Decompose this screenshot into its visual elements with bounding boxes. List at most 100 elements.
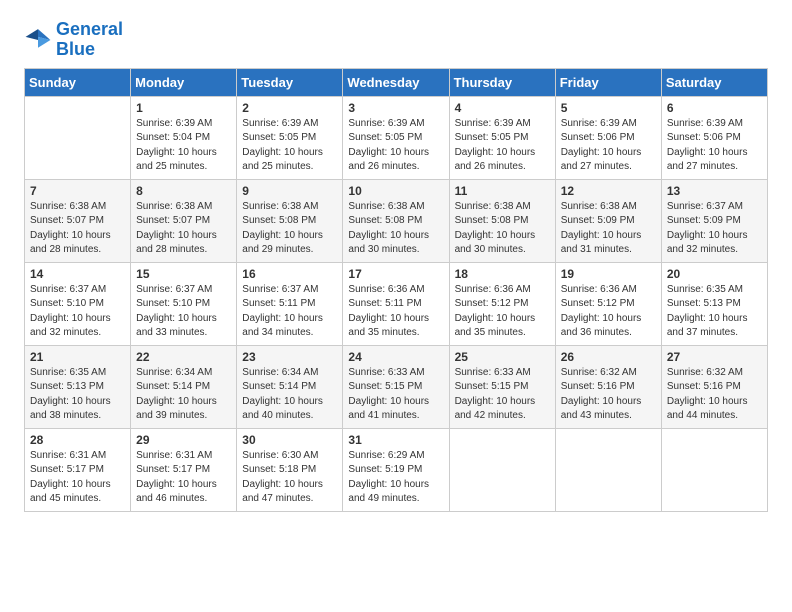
header: General Blue	[24, 20, 768, 60]
day-number: 6	[667, 101, 762, 115]
calendar-week-row: 28 Sunrise: 6:31 AM Sunset: 5:17 PM Dayli…	[25, 428, 768, 511]
day-number: 26	[561, 350, 656, 364]
calendar-cell: 16 Sunrise: 6:37 AM Sunset: 5:11 PM Dayli…	[237, 262, 343, 345]
day-number: 2	[242, 101, 337, 115]
calendar-day-header: Wednesday	[343, 68, 449, 96]
day-number: 22	[136, 350, 231, 364]
calendar-cell: 18 Sunrise: 6:36 AM Sunset: 5:12 PM Dayli…	[449, 262, 555, 345]
day-number: 28	[30, 433, 125, 447]
day-info: Sunrise: 6:29 AM Sunset: 5:19 PM Dayligh…	[348, 449, 443, 507]
calendar-cell	[449, 428, 555, 511]
day-info: Sunrise: 6:36 AM Sunset: 5:11 PM Dayligh…	[348, 283, 443, 341]
day-info: Sunrise: 6:33 AM Sunset: 5:15 PM Dayligh…	[348, 366, 443, 424]
day-number: 15	[136, 267, 231, 281]
day-info: Sunrise: 6:38 AM Sunset: 5:08 PM Dayligh…	[348, 200, 443, 258]
calendar-day-header: Saturday	[661, 68, 767, 96]
calendar-week-row: 21 Sunrise: 6:35 AM Sunset: 5:13 PM Dayli…	[25, 345, 768, 428]
calendar-cell: 30Sunrise: 6:30 AM Sunset: 5:18 PM Dayli…	[237, 428, 343, 511]
day-info: Sunrise: 6:38 AM Sunset: 5:07 PM Dayligh…	[30, 200, 125, 258]
day-info: Sunrise: 6:39 AM Sunset: 5:06 PM Dayligh…	[561, 117, 656, 175]
day-number: 10	[348, 184, 443, 198]
calendar-week-row: 7 Sunrise: 6:38 AM Sunset: 5:07 PM Daylig…	[25, 179, 768, 262]
day-number: 4	[455, 101, 550, 115]
day-info: Sunrise: 6:35 AM Sunset: 5:13 PM Dayligh…	[30, 366, 125, 424]
day-info: Sunrise: 6:36 AM Sunset: 5:12 PM Dayligh…	[455, 283, 550, 341]
day-number: 16	[242, 267, 337, 281]
day-info: Sunrise: 6:39 AM Sunset: 5:04 PM Dayligh…	[136, 117, 231, 175]
day-number: 9	[242, 184, 337, 198]
day-number: 24	[348, 350, 443, 364]
calendar-cell: 26 Sunrise: 6:32 AM Sunset: 5:16 PM Dayli…	[555, 345, 661, 428]
day-info: Sunrise: 6:30 AM Sunset: 5:18 PM Dayligh…	[242, 449, 337, 507]
day-number: 5	[561, 101, 656, 115]
calendar-cell: 24 Sunrise: 6:33 AM Sunset: 5:15 PM Dayli…	[343, 345, 449, 428]
calendar-cell: 12 Sunrise: 6:38 AM Sunset: 5:09 PM Dayli…	[555, 179, 661, 262]
day-info: Sunrise: 6:31 AM Sunset: 5:17 PM Dayligh…	[30, 449, 125, 507]
calendar-day-header: Thursday	[449, 68, 555, 96]
calendar-cell: 10 Sunrise: 6:38 AM Sunset: 5:08 PM Dayli…	[343, 179, 449, 262]
calendar-cell: 13Sunrise: 6:37 AM Sunset: 5:09 PM Dayli…	[661, 179, 767, 262]
calendar-cell: 31 Sunrise: 6:29 AM Sunset: 5:19 PM Dayli…	[343, 428, 449, 511]
day-info: Sunrise: 6:36 AM Sunset: 5:12 PM Dayligh…	[561, 283, 656, 341]
calendar-cell: 29Sunrise: 6:31 AM Sunset: 5:17 PM Dayli…	[131, 428, 237, 511]
calendar-cell: 19 Sunrise: 6:36 AM Sunset: 5:12 PM Dayli…	[555, 262, 661, 345]
day-number: 12	[561, 184, 656, 198]
calendar-cell: 5 Sunrise: 6:39 AM Sunset: 5:06 PM Daylig…	[555, 96, 661, 179]
logo: General Blue	[24, 20, 123, 60]
calendar-cell: 28 Sunrise: 6:31 AM Sunset: 5:17 PM Dayli…	[25, 428, 131, 511]
calendar-week-row: 14 Sunrise: 6:37 AM Sunset: 5:10 PM Dayli…	[25, 262, 768, 345]
calendar-table: SundayMondayTuesdayWednesdayThursdayFrid…	[24, 68, 768, 512]
day-info: Sunrise: 6:34 AM Sunset: 5:14 PM Dayligh…	[136, 366, 231, 424]
day-number: 21	[30, 350, 125, 364]
calendar-day-header: Sunday	[25, 68, 131, 96]
day-info: Sunrise: 6:37 AM Sunset: 5:10 PM Dayligh…	[30, 283, 125, 341]
day-info: Sunrise: 6:32 AM Sunset: 5:16 PM Dayligh…	[561, 366, 656, 424]
calendar-cell: 27 Sunrise: 6:32 AM Sunset: 5:16 PM Dayli…	[661, 345, 767, 428]
day-info: Sunrise: 6:38 AM Sunset: 5:08 PM Dayligh…	[242, 200, 337, 258]
day-info: Sunrise: 6:33 AM Sunset: 5:15 PM Dayligh…	[455, 366, 550, 424]
day-info: Sunrise: 6:32 AM Sunset: 5:16 PM Dayligh…	[667, 366, 762, 424]
day-number: 31	[348, 433, 443, 447]
logo-icon	[24, 26, 52, 54]
day-number: 25	[455, 350, 550, 364]
day-number: 7	[30, 184, 125, 198]
calendar-day-header: Monday	[131, 68, 237, 96]
calendar-cell: 3Sunrise: 6:39 AM Sunset: 5:05 PM Daylig…	[343, 96, 449, 179]
calendar-cell: 17Sunrise: 6:36 AM Sunset: 5:11 PM Dayli…	[343, 262, 449, 345]
day-number: 19	[561, 267, 656, 281]
day-number: 23	[242, 350, 337, 364]
calendar-cell: 14 Sunrise: 6:37 AM Sunset: 5:10 PM Dayli…	[25, 262, 131, 345]
calendar-cell: 7 Sunrise: 6:38 AM Sunset: 5:07 PM Daylig…	[25, 179, 131, 262]
calendar-cell: 21 Sunrise: 6:35 AM Sunset: 5:13 PM Dayli…	[25, 345, 131, 428]
day-info: Sunrise: 6:34 AM Sunset: 5:14 PM Dayligh…	[242, 366, 337, 424]
calendar-cell	[25, 96, 131, 179]
day-info: Sunrise: 6:39 AM Sunset: 5:05 PM Dayligh…	[455, 117, 550, 175]
day-info: Sunrise: 6:39 AM Sunset: 5:05 PM Dayligh…	[242, 117, 337, 175]
day-info: Sunrise: 6:37 AM Sunset: 5:11 PM Dayligh…	[242, 283, 337, 341]
calendar-cell: 8 Sunrise: 6:38 AM Sunset: 5:07 PM Daylig…	[131, 179, 237, 262]
calendar-cell: 1 Sunrise: 6:39 AM Sunset: 5:04 PM Daylig…	[131, 96, 237, 179]
calendar-cell	[661, 428, 767, 511]
day-number: 8	[136, 184, 231, 198]
day-number: 13	[667, 184, 762, 198]
day-number: 27	[667, 350, 762, 364]
calendar-cell: 4 Sunrise: 6:39 AM Sunset: 5:05 PM Daylig…	[449, 96, 555, 179]
day-info: Sunrise: 6:38 AM Sunset: 5:09 PM Dayligh…	[561, 200, 656, 258]
calendar-cell: 22 Sunrise: 6:34 AM Sunset: 5:14 PM Dayli…	[131, 345, 237, 428]
calendar-cell	[555, 428, 661, 511]
calendar-header-row: SundayMondayTuesdayWednesdayThursdayFrid…	[25, 68, 768, 96]
day-number: 3	[348, 101, 443, 115]
day-number: 20	[667, 267, 762, 281]
day-info: Sunrise: 6:38 AM Sunset: 5:08 PM Dayligh…	[455, 200, 550, 258]
day-number: 29	[136, 433, 231, 447]
calendar-cell: 9 Sunrise: 6:38 AM Sunset: 5:08 PM Daylig…	[237, 179, 343, 262]
page: General Blue SundayMondayTuesdayWednesda…	[0, 0, 792, 532]
day-info: Sunrise: 6:39 AM Sunset: 5:06 PM Dayligh…	[667, 117, 762, 175]
calendar-day-header: Friday	[555, 68, 661, 96]
logo-text: General Blue	[56, 20, 123, 60]
day-info: Sunrise: 6:38 AM Sunset: 5:07 PM Dayligh…	[136, 200, 231, 258]
day-number: 14	[30, 267, 125, 281]
calendar-cell: 20Sunrise: 6:35 AM Sunset: 5:13 PM Dayli…	[661, 262, 767, 345]
day-number: 18	[455, 267, 550, 281]
day-number: 1	[136, 101, 231, 115]
